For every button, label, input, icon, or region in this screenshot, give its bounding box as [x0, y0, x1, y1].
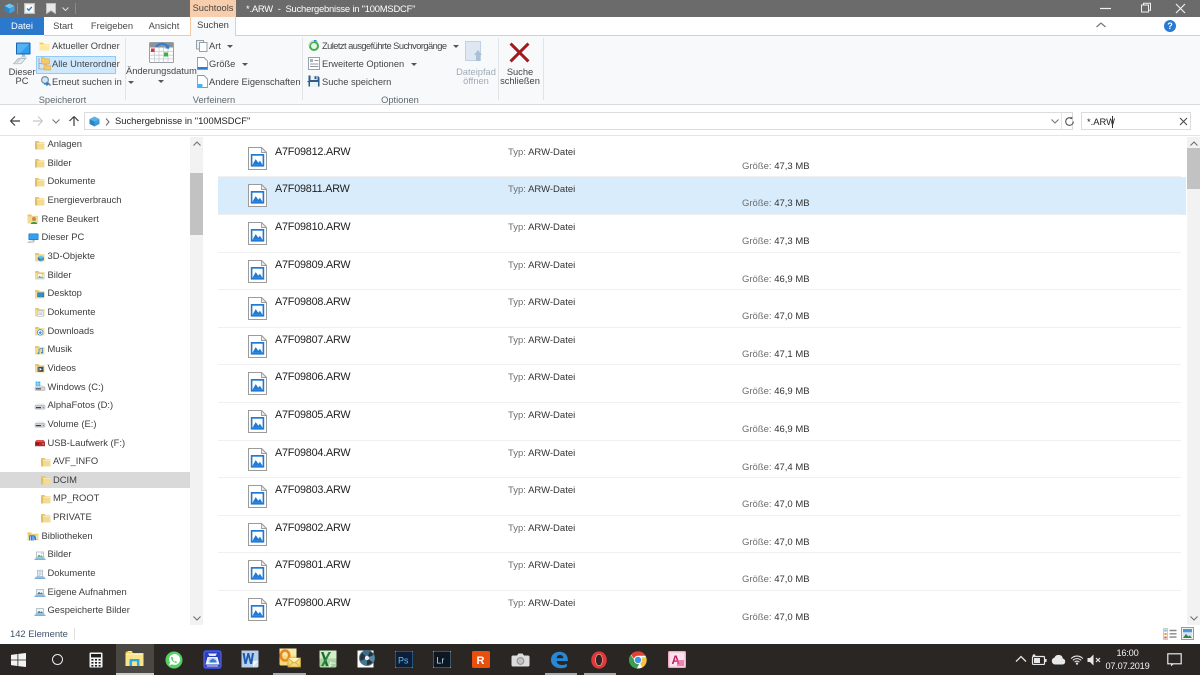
svg-text:Lr: Lr — [436, 656, 444, 666]
svg-text:R: R — [477, 655, 485, 667]
svg-text:Ps: Ps — [398, 656, 409, 666]
